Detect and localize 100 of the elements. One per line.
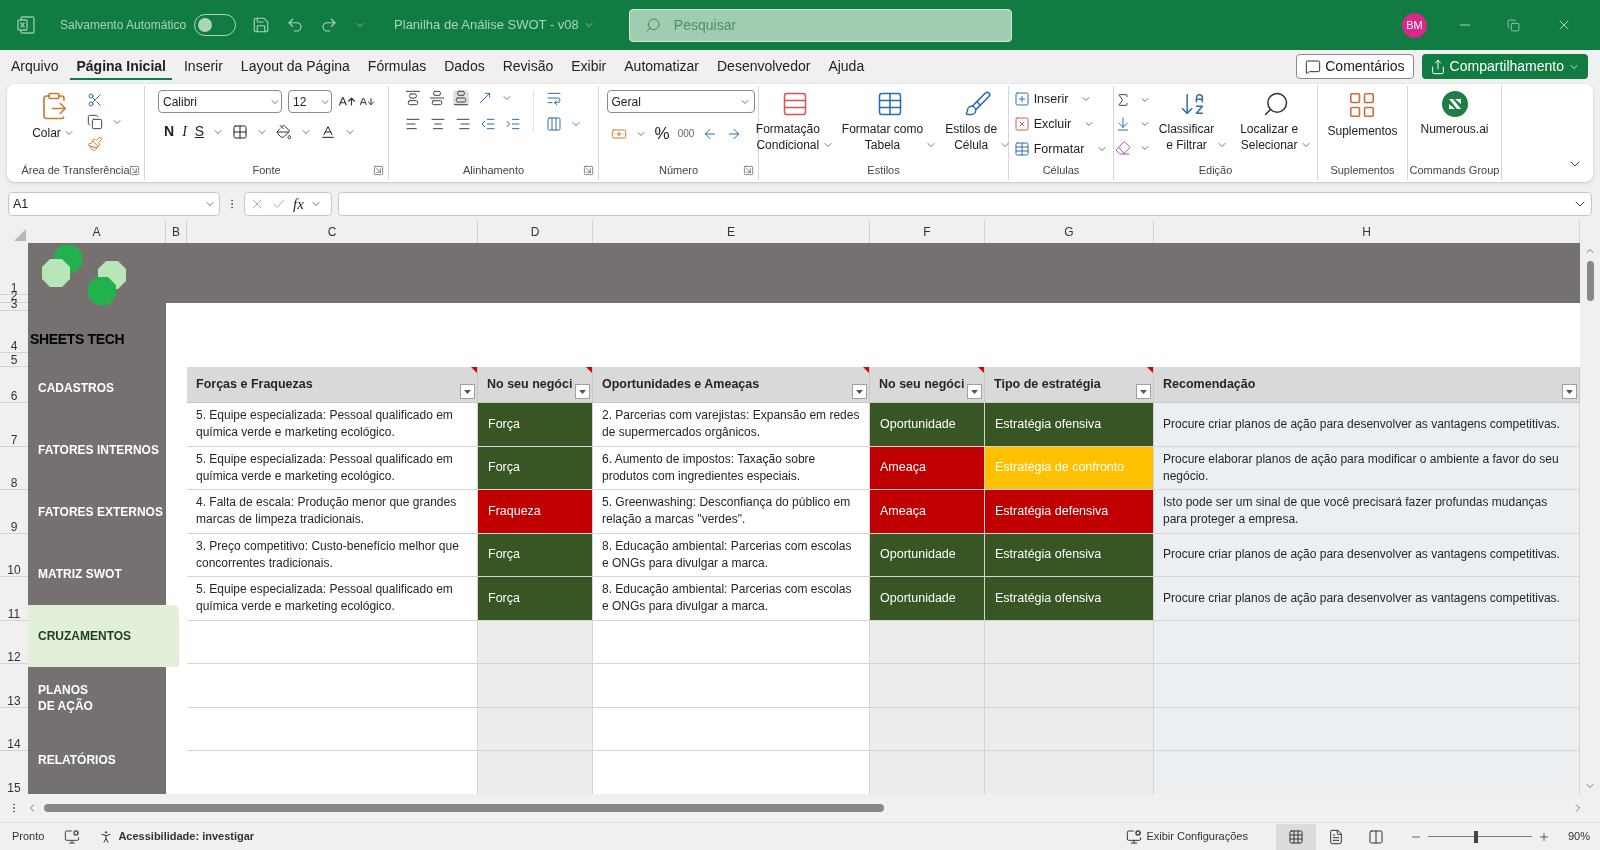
- comments-button[interactable]: Comentários: [1296, 54, 1414, 79]
- top-align-icon[interactable]: [405, 90, 421, 106]
- font-size-field[interactable]: 12: [288, 90, 332, 113]
- add-ins-button[interactable]: Suplementos: [1327, 123, 1398, 139]
- cells-button[interactable]: Excluir: [1033, 114, 1072, 134]
- name-box[interactable]: A1: [8, 192, 220, 216]
- ribbon-tab[interactable]: Desenvolvedor: [711, 54, 817, 80]
- dialog-launcher-icon[interactable]: [129, 164, 140, 176]
- number-format-field[interactable]: Geral: [606, 90, 755, 113]
- ribbon-tab[interactable]: Página Inicial: [70, 54, 172, 80]
- font-family-field[interactable]: Calibri: [158, 90, 282, 113]
- copy-icon[interactable]: [86, 114, 103, 130]
- dialog-launcher-icon[interactable]: [583, 164, 594, 176]
- italic-button[interactable]: I: [182, 121, 187, 142]
- merge-cells-icon[interactable]: [546, 116, 562, 132]
- caret-icon[interactable]: [971, 389, 978, 394]
- zoom-slider[interactable]: [1427, 829, 1532, 844]
- caret-icon[interactable]: [1566, 389, 1573, 394]
- macro-icon[interactable]: [64, 828, 81, 845]
- search-field[interactable]: Pesquisar: [628, 8, 1012, 42]
- ribbon-tab[interactable]: Inserir: [177, 54, 229, 80]
- fill-color-icon[interactable]: [276, 123, 293, 140]
- caret-icon[interactable]: [1140, 389, 1147, 394]
- sort-filter-button[interactable]: Classificar e Filtrar: [1158, 121, 1215, 153]
- insert-icon[interactable]: [1013, 91, 1030, 108]
- scroll-thumb[interactable]: [44, 804, 884, 812]
- accessibility-button[interactable]: Acessibilidade: investigar: [118, 828, 255, 845]
- sidebar-item[interactable]: CADASTROS: [28, 357, 166, 419]
- sidebar-item[interactable]: FATORES EXTERNOS: [28, 481, 166, 543]
- align-left-icon[interactable]: [405, 116, 421, 132]
- align-right-icon[interactable]: [455, 116, 471, 132]
- comment-icon[interactable]: [1305, 58, 1322, 75]
- grid-icon[interactable]: [1287, 828, 1304, 845]
- undo-icon[interactable]: [286, 16, 305, 34]
- align-center-icon[interactable]: [430, 116, 446, 132]
- eraser-icon[interactable]: [1114, 140, 1131, 156]
- filter-button[interactable]: [460, 384, 475, 399]
- brush-icon[interactable]: [964, 90, 993, 118]
- ribbon-tab[interactable]: Exibir: [565, 54, 613, 80]
- bold-button[interactable]: N: [164, 121, 175, 142]
- sidebar-item[interactable]: RELATÓRIOS: [28, 729, 166, 791]
- wrap-text-icon[interactable]: [546, 90, 562, 106]
- restore-icon[interactable]: [1507, 18, 1520, 32]
- table-icon[interactable]: [1013, 140, 1030, 157]
- ribbon-tab[interactable]: Layout da Página: [234, 54, 356, 80]
- zoom-in-icon[interactable]: [1537, 830, 1550, 843]
- ribbon-tab[interactable]: Arquivo: [5, 54, 65, 80]
- bottom-align-icon[interactable]: [453, 90, 469, 106]
- share-button[interactable]: Compartilhamento: [1421, 54, 1588, 79]
- cells-button[interactable]: Formatar: [1033, 139, 1085, 159]
- percent-button[interactable]: %: [654, 121, 670, 147]
- font-color-icon[interactable]: [320, 123, 337, 140]
- sidebar-item[interactable]: MATRIZ SWOT: [28, 543, 166, 605]
- display-settings-icon[interactable]: [1126, 828, 1143, 845]
- scroll-thumb[interactable]: [1586, 261, 1594, 301]
- filter-button[interactable]: [575, 384, 590, 399]
- paste-button[interactable]: Colar: [32, 125, 61, 141]
- ribbon-tab[interactable]: Fórmulas: [361, 54, 433, 80]
- styles-button[interactable]: Estilos de Célula: [945, 121, 998, 153]
- find-select-button[interactable]: Localizar e Selecionar: [1240, 121, 1299, 153]
- dialog-launcher-icon[interactable]: [743, 164, 754, 176]
- borders-icon[interactable]: [232, 123, 249, 140]
- insert-function-button[interactable]: fx: [293, 192, 304, 216]
- save-icon[interactable]: [252, 16, 271, 34]
- dialog-launcher-icon[interactable]: [373, 164, 384, 176]
- select-all-icon[interactable]: [14, 229, 26, 241]
- styles-button[interactable]: Formatação Condicional: [755, 121, 820, 153]
- numerous-button[interactable]: Numerous.ai: [1420, 121, 1489, 137]
- filter-button[interactable]: [1136, 384, 1151, 399]
- user-avatar[interactable]: BM: [1402, 12, 1427, 38]
- ribbon-tab[interactable]: Ajuda: [822, 54, 871, 80]
- columns-icon[interactable]: [1367, 828, 1384, 845]
- filter-button[interactable]: [852, 384, 867, 399]
- redo-icon[interactable]: [320, 16, 339, 34]
- sidebar-item[interactable]: CRUZAMENTOS: [28, 605, 179, 667]
- styles-button[interactable]: Formatar como Tabela: [841, 121, 924, 153]
- caret-icon[interactable]: [579, 389, 586, 394]
- share-icon[interactable]: [1429, 58, 1446, 75]
- delete-icon[interactable]: [1013, 116, 1030, 133]
- sidebar-item[interactable]: PLANOS DE AÇÃO: [28, 667, 166, 729]
- cells-button[interactable]: Inserir: [1033, 90, 1069, 109]
- filter-button[interactable]: [1562, 384, 1577, 399]
- ribbon-tab[interactable]: Dados: [438, 54, 491, 80]
- decrease-indent-icon[interactable]: [480, 116, 496, 132]
- view-button[interactable]: [1275, 823, 1316, 850]
- caret-icon[interactable]: [464, 389, 471, 394]
- caret-icon[interactable]: [856, 389, 863, 394]
- orientation-icon[interactable]: [477, 90, 493, 106]
- thousands-button[interactable]: 000: [677, 126, 695, 142]
- spreadsheet-app-icon[interactable]: [16, 15, 36, 35]
- sidebar-item[interactable]: FATORES INTERNOS: [28, 419, 166, 481]
- format-painter-icon[interactable]: [86, 136, 103, 152]
- filter-button[interactable]: [967, 384, 982, 399]
- zoom-thumb[interactable]: [1473, 830, 1478, 843]
- underline-button[interactable]: S: [194, 121, 205, 142]
- middle-align-icon[interactable]: [429, 90, 445, 106]
- scissors-icon[interactable]: [86, 92, 103, 108]
- display-settings-button[interactable]: Exibir Configurações: [1146, 828, 1248, 845]
- ribbon-tab[interactable]: Revisão: [496, 54, 560, 80]
- page-icon[interactable]: [1327, 828, 1344, 845]
